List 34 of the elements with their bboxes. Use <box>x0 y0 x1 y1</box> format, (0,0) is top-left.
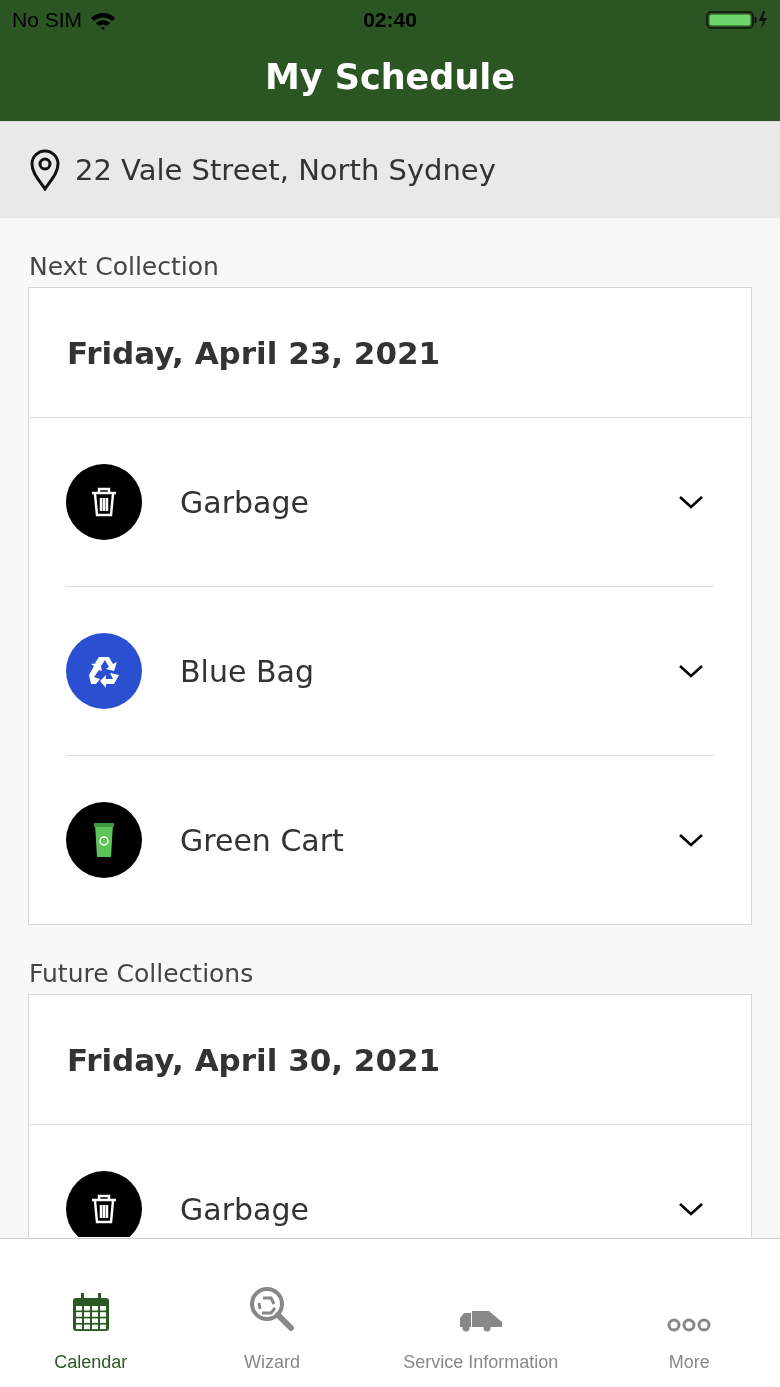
section-label: Next Collection <box>28 251 220 283</box>
collection-item[interactable]: Garbage <box>66 418 714 587</box>
section-label: Future Collections <box>28 958 255 990</box>
chevron-down-icon[interactable] <box>678 1201 704 1217</box>
tab-bar-item[interactable]: Calendar <box>0 1239 182 1387</box>
chevron-down-icon[interactable] <box>678 494 704 510</box>
collection-item[interactable]: Green Cart <box>66 756 714 924</box>
collection-date: Friday, April 30, 2021 <box>29 995 751 1125</box>
item-name: Green Cart <box>180 822 345 858</box>
magnifier-recycle-icon <box>249 1286 296 1332</box>
tab-bar-item[interactable]: Wizard <box>181 1239 363 1387</box>
chevron-down-icon[interactable] <box>678 832 704 848</box>
tab-bar-item[interactable]: More <box>598 1239 780 1387</box>
item-name: Garbage <box>180 484 310 520</box>
location-pin-icon <box>29 149 61 191</box>
calendar-icon <box>71 1292 110 1332</box>
collection-item[interactable]: Garbage <box>66 1125 714 1237</box>
screen-title: My Schedule <box>263 56 517 99</box>
collection-date: Friday, April 23, 2021 <box>29 288 751 418</box>
tab-bar-item[interactable]: Service Information <box>362 1239 599 1387</box>
item-name: Blue Bag <box>180 653 315 689</box>
truck-icon <box>458 1308 503 1332</box>
clock: 02:40 <box>363 8 417 32</box>
chevron-down-icon[interactable] <box>678 663 704 679</box>
wheelie-bin-icon <box>66 802 142 878</box>
collection-item[interactable]: Blue Bag <box>66 587 714 756</box>
recycle-icon <box>66 633 142 709</box>
battery-icon <box>706 9 768 31</box>
carrier: No SIM <box>12 8 82 32</box>
trash-can-icon <box>66 464 142 540</box>
more-icon <box>667 1318 712 1332</box>
wifi-icon <box>90 10 116 30</box>
address-text: 22 Vale Street, North Sydney <box>75 153 496 187</box>
item-name: Garbage <box>180 1191 310 1227</box>
